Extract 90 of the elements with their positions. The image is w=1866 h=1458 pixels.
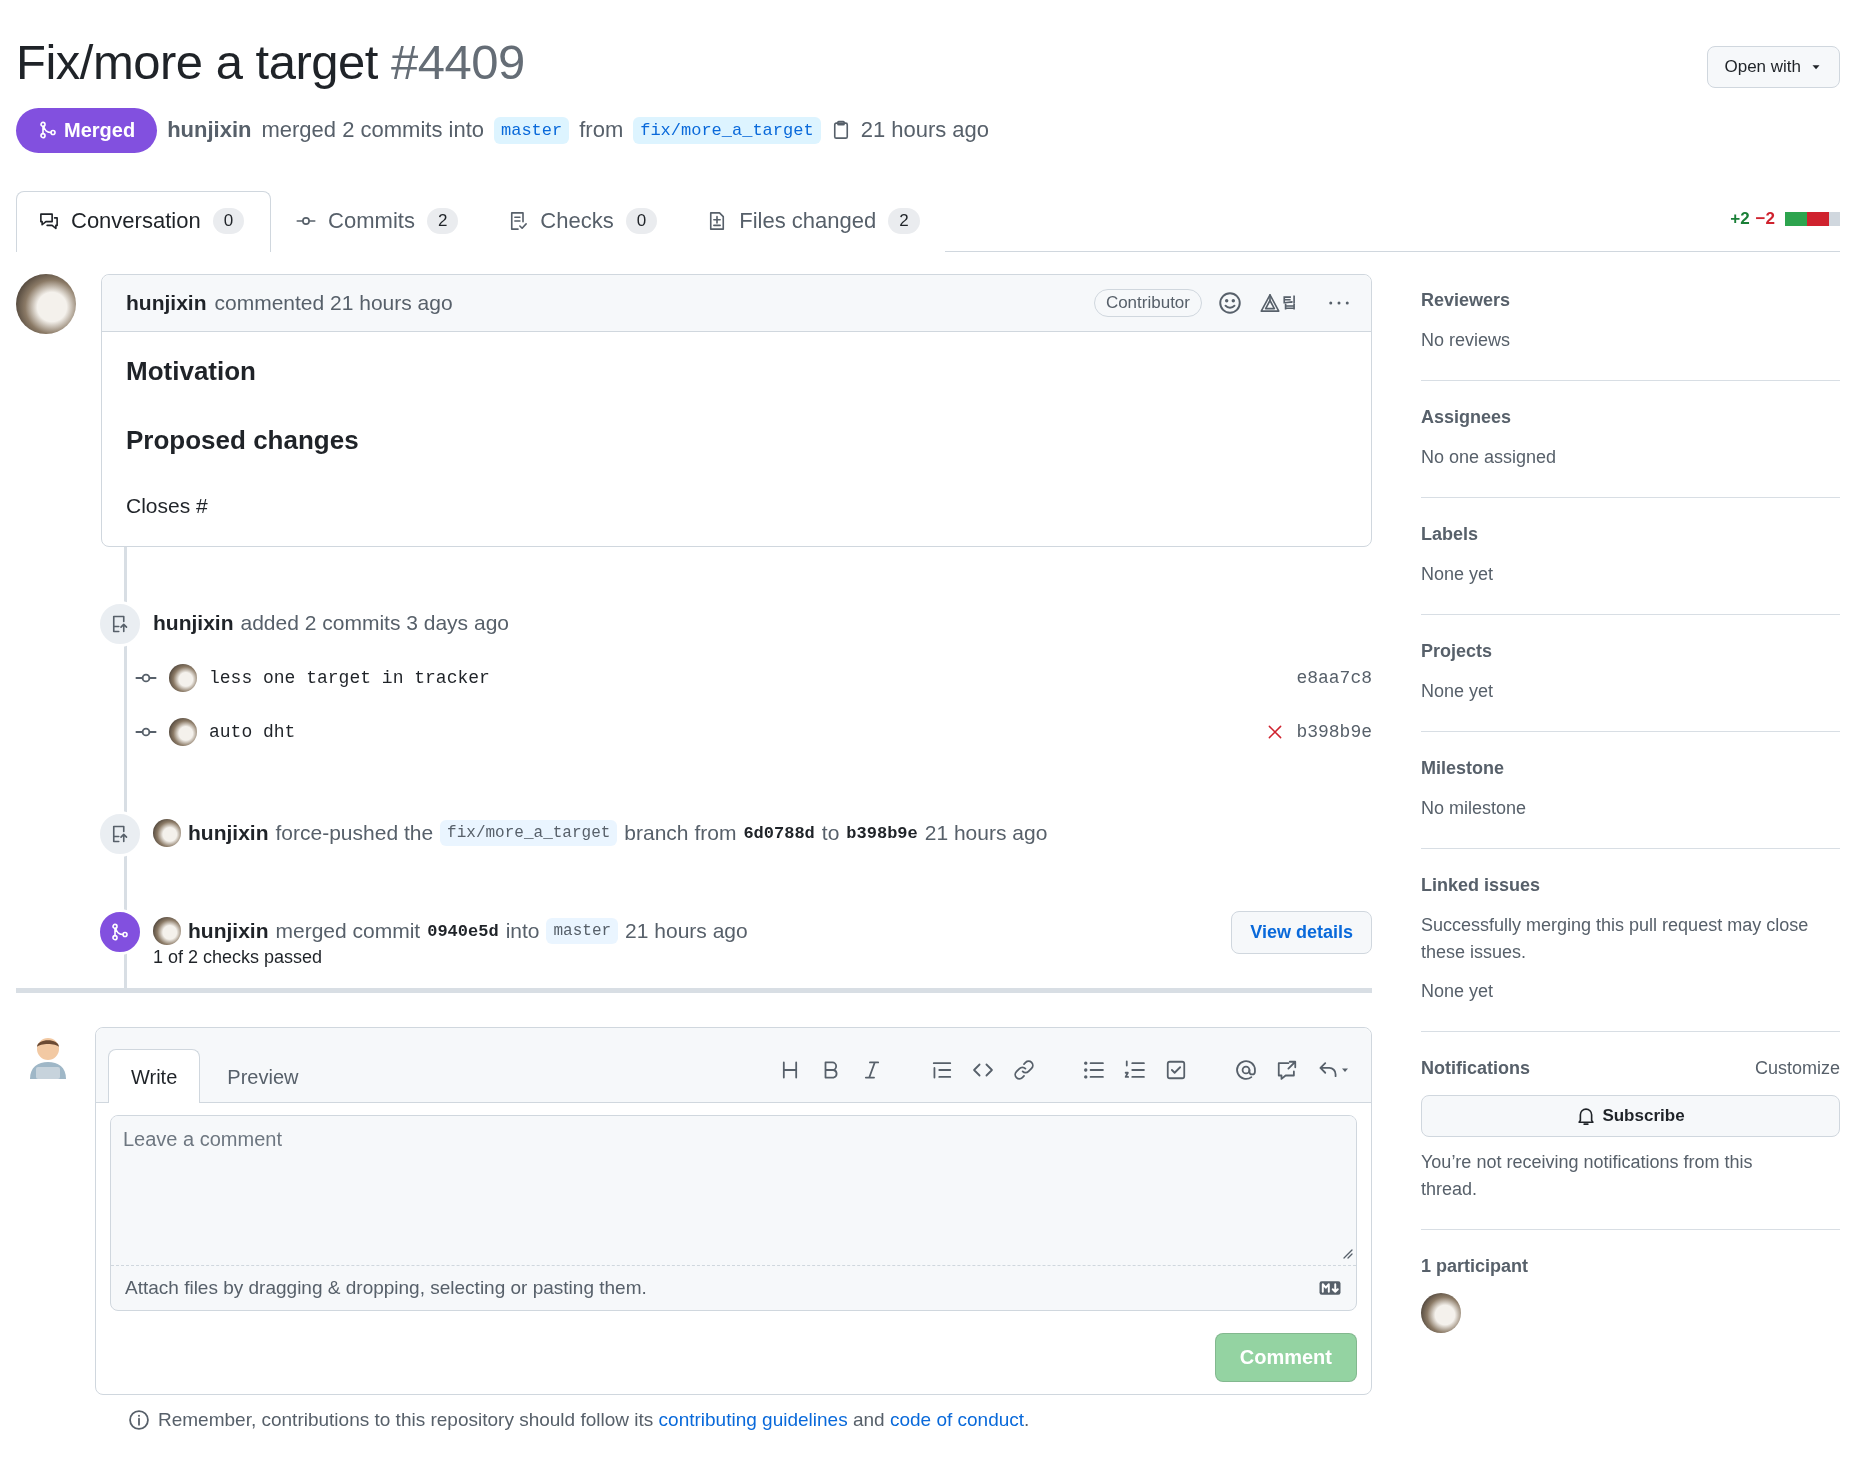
event-text: branch from [624, 820, 737, 847]
merge-icon [110, 922, 130, 943]
commit-message[interactable]: auto dht [209, 722, 296, 743]
sidebar-text: None yet [1421, 679, 1495, 703]
push-icon [110, 824, 130, 845]
extension-button[interactable]: 팁 [1260, 292, 1297, 313]
sidebar-text: None yet [1421, 562, 1495, 586]
author-link[interactable]: hunjixin [188, 819, 269, 848]
merge-summary: merged 2 commits into [261, 117, 484, 144]
smiley-icon[interactable] [1218, 290, 1242, 315]
event-text: merged commit [275, 918, 421, 945]
task-list-icon[interactable] [1165, 1059, 1187, 1082]
branch-label[interactable]: fix/more_a_target [633, 116, 821, 144]
event-text: to [821, 820, 840, 847]
customize-link[interactable]: Customize [1754, 1057, 1840, 1079]
section-heading: Motivation [126, 355, 257, 388]
triangle-icon [1260, 292, 1280, 313]
user-avatar [153, 819, 181, 848]
sidebar-heading[interactable]: Milestone [1421, 757, 1504, 779]
commit-sha[interactable]: e8aa7c8 [1296, 668, 1372, 689]
diffstat-bar-drawing [1785, 211, 1840, 226]
contribution-notice: Remember, contributions to this repository should follow its contributing guidelines and code of conduct. [158, 1409, 1030, 1432]
author-link[interactable]: hunjixin [153, 609, 234, 638]
participant-avatar [1421, 1292, 1461, 1333]
author-link[interactable]: hunjixin [126, 290, 207, 315]
comment-text: Closes # [126, 494, 209, 519]
event-text: into [505, 918, 540, 945]
event-text: force-pushed the [275, 820, 434, 847]
branch-label[interactable]: master [546, 918, 619, 945]
timestamp: 21 hours ago [860, 117, 990, 144]
speech-bubbles-icon [39, 210, 59, 231]
from-text: from [579, 117, 624, 144]
user-avatar [169, 664, 197, 693]
branch-label[interactable]: fix/more_a_target [440, 820, 618, 847]
count-badge: 2 [888, 207, 920, 234]
branch-label[interactable]: master [494, 116, 570, 144]
sidebar-heading[interactable]: Reviewers [1421, 289, 1511, 311]
comment-input-field[interactable]: Leave a comment Attach files by dragging & dropping, selecting or pasting them. [110, 1115, 1357, 1312]
sidebar-text: No one assigned [1421, 445, 1558, 469]
subscribe-button[interactable]: Subscribe [1421, 1094, 1840, 1137]
bulleted-list-icon[interactable] [1083, 1059, 1105, 1082]
sidebar-text: No milestone [1421, 796, 1528, 820]
checklist-icon [508, 210, 529, 231]
commit-sha[interactable]: b398b9e [846, 823, 918, 843]
sidebar-text: You’re not receiving notifications from this thread. [1421, 1150, 1754, 1201]
merge-icon [38, 120, 58, 141]
event-text: 21 hours ago [625, 918, 748, 945]
checks-status: 1 of 2 checks passed [153, 947, 324, 969]
author-link[interactable]: hunjixin [167, 117, 252, 144]
commit-sha[interactable]: 6d0788d [743, 823, 815, 843]
additions-count: +2 [1730, 208, 1750, 229]
merged-status-badge: Merged [16, 107, 158, 153]
sidebar-heading: 1 participant [1421, 1255, 1529, 1277]
author-link[interactable]: hunjixin [188, 917, 269, 946]
event-text: added 2 commits 3 days ago [240, 610, 509, 637]
event-text: 21 hours ago [924, 820, 1048, 847]
editor-tab[interactable]: Write [108, 1049, 201, 1104]
mention-icon[interactable] [1235, 1059, 1257, 1082]
count-badge: 0 [212, 207, 245, 234]
sidebar-heading[interactable]: Labels [1421, 523, 1479, 545]
sidebar-text: None yet [1421, 979, 1495, 1003]
contributing-guidelines-link[interactable]: contributing guidelines [658, 1409, 848, 1431]
user-avatar [153, 917, 181, 946]
bell-icon [1576, 1105, 1597, 1126]
commit-message[interactable]: less one target in tracker [209, 668, 490, 689]
sidebar-heading[interactable]: Linked issues [1421, 874, 1541, 896]
view-details-button[interactable]: View details [1231, 911, 1372, 955]
count-badge: 2 [426, 207, 459, 234]
code-of-conduct-link[interactable]: code of conduct [889, 1409, 1025, 1431]
link-icon[interactable] [1013, 1059, 1035, 1082]
sidebar-text: Successfully merging this pull request may close these issues. [1421, 913, 1810, 964]
sidebar-text: No reviews [1421, 328, 1512, 352]
editor-tab[interactable]: Preview [200, 1049, 326, 1104]
count-badge: 0 [625, 207, 658, 234]
reference-icon[interactable] [1276, 1059, 1298, 1082]
sidebar-heading[interactable]: Projects [1421, 640, 1493, 662]
push-icon [110, 614, 130, 635]
commit-sha[interactable]: 0940e5d [427, 921, 499, 941]
sidebar-heading[interactable]: Assignees [1421, 406, 1512, 428]
comment-timestamp: commented 21 hours ago [214, 290, 453, 315]
section-heading: Proposed changes [126, 425, 360, 457]
user-avatar [169, 718, 197, 747]
sidebar-heading: Notifications [1421, 1057, 1530, 1079]
open-with-button[interactable]: Open with [1707, 46, 1840, 88]
commit-sha[interactable]: b398b9e [1296, 722, 1372, 743]
attach-hint: Attach files by dragging & dropping, selecting or pasting them. [125, 1277, 647, 1300]
info-icon [128, 1409, 150, 1432]
tab[interactable]: Conversation 0 [16, 190, 272, 252]
pr-title: Fix/more a target #4409 [16, 36, 525, 90]
deletions-count: −2 [1755, 208, 1775, 229]
